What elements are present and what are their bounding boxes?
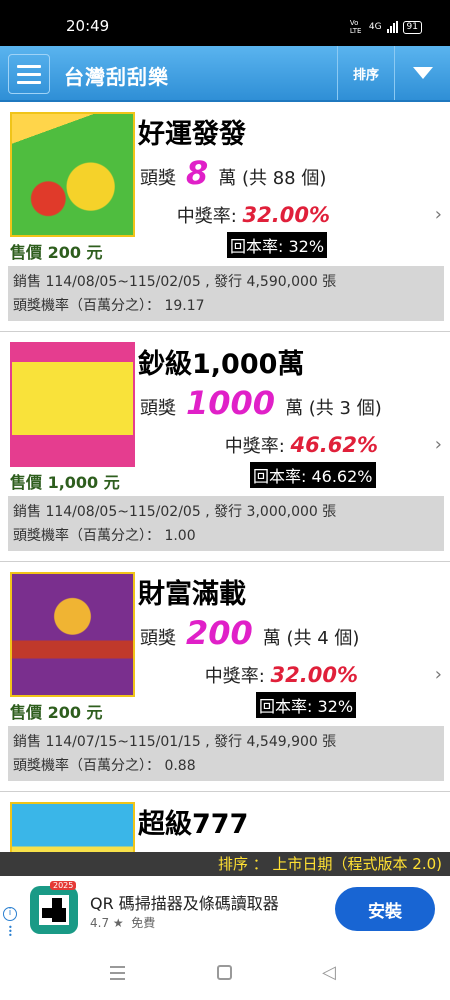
- app-bar: 台灣刮刮樂 排序: [0, 46, 450, 102]
- prize-odds: 頭獎機率（百萬分之）： 0.88: [13, 758, 196, 774]
- battery-icon: 91: [402, 20, 422, 34]
- sort-status-bar: 排序 ： 上市日期（程式版本 2.0): [0, 852, 450, 876]
- more-options-icon[interactable]: • • •: [8, 924, 13, 940]
- prize-label: 頭獎: [140, 628, 176, 649]
- ticket-name: 好運發發: [138, 119, 246, 150]
- win-rate-label: 中獎率:: [176, 206, 237, 227]
- home-icon[interactable]: [217, 965, 232, 980]
- ad-rating-value: 4.7 ★: [90, 916, 124, 930]
- lottery-list[interactable]: 售價 200 元 好運發發 頭獎 8 萬 (共 88 個) 中獎率: 32.00% …: [0, 102, 450, 852]
- ticket-price: 售價 200 元: [10, 243, 103, 262]
- ticket-name: 鈔級1,000萬: [138, 349, 305, 380]
- prize-amount: 200: [186, 614, 253, 652]
- ticket-name: 財富滿載: [138, 579, 246, 610]
- prize-amount: 1000: [186, 384, 276, 422]
- return-rate: 回本率: 46.62%: [250, 462, 376, 488]
- prize-unit: 萬 (共 88 個): [218, 168, 327, 189]
- back-icon[interactable]: ◁: [322, 962, 336, 983]
- lottery-card[interactable]: 售價 200 元 好運發發 頭獎 8 萬 (共 88 個) 中獎率: 32.00% …: [0, 102, 450, 332]
- menu-icon[interactable]: [8, 54, 50, 94]
- dropdown-button[interactable]: [394, 46, 450, 100]
- lottery-card[interactable]: 售價 200 元 財富滿載 頭獎 200 萬 (共 4 個) 中獎率: 32.00%…: [0, 562, 450, 792]
- win-rate-label: 中獎率:: [224, 436, 285, 457]
- return-rate: 回本率: 32%: [256, 692, 357, 718]
- chevron-right-icon: ›: [434, 204, 442, 225]
- app-title: 台灣刮刮樂: [64, 65, 169, 89]
- install-button[interactable]: 安裝: [335, 887, 435, 931]
- system-nav-bar: ◁: [0, 948, 450, 1000]
- win-rate-label: 中獎率:: [204, 666, 265, 687]
- prize-label: 頭獎: [140, 398, 176, 419]
- prize-unit: 萬 (共 4 個): [262, 628, 360, 649]
- return-rate: 回本率: 32%: [227, 232, 328, 258]
- ticket-thumbnail: [10, 342, 135, 467]
- top-prize: 頭獎 200 萬 (共 4 個): [140, 614, 450, 652]
- prize-odds: 頭獎機率（百萬分之）： 1.00: [13, 528, 196, 544]
- win-rate-value: 46.62%: [290, 433, 378, 457]
- chevron-right-icon: ›: [434, 434, 442, 455]
- ticket-price: 售價 1,000 元: [10, 473, 120, 492]
- sales-info: 銷售 114/08/05~115/02/05 , 發行 3,000,000 張 …: [8, 496, 444, 551]
- prize-unit: 萬 (共 3 個): [285, 398, 382, 419]
- info-icon[interactable]: i: [3, 907, 17, 921]
- chevron-down-icon: [412, 67, 433, 79]
- ticket-thumbnail: [10, 802, 135, 852]
- ad-banner[interactable]: i • • • 2025 QR 碼掃描器及條碼讀取器 4.7 ★ 免費 安裝: [0, 876, 450, 948]
- ticket-name: 超級777: [138, 809, 249, 840]
- qr-app-icon[interactable]: [30, 886, 78, 934]
- ad-badge: 2025: [50, 881, 77, 890]
- sales-period: 銷售 114/08/05~115/02/05 , 發行 4,590,000 張: [13, 274, 337, 290]
- ticket-price: 售價 200 元: [10, 703, 103, 722]
- ad-price: 免費: [131, 916, 156, 930]
- status-bar: 20:49 Vo LTE 4G 91: [0, 0, 450, 46]
- top-prize: 頭獎 1000 萬 (共 3 個): [140, 384, 450, 422]
- ticket-thumbnail: [10, 572, 135, 697]
- prize-label: 頭獎: [140, 168, 176, 189]
- network-type: 4G: [368, 22, 382, 32]
- lottery-card[interactable]: 超級777: [0, 792, 450, 852]
- sales-period: 銷售 114/07/15~115/01/15 , 發行 4,549,900 張: [13, 734, 337, 750]
- win-rate-value: 32.00%: [242, 203, 330, 227]
- recent-apps-icon[interactable]: [110, 966, 125, 980]
- win-rate: 中獎率: 46.62%: [178, 432, 378, 458]
- win-rate-value: 32.00%: [270, 663, 358, 687]
- volte-indicator: Vo LTE: [349, 19, 362, 35]
- prize-amount: 8: [186, 154, 209, 192]
- chevron-right-icon: ›: [434, 664, 442, 685]
- prize-odds: 頭獎機率（百萬分之）： 19.17: [13, 298, 205, 314]
- top-prize: 頭獎 8 萬 (共 88 個): [140, 154, 450, 192]
- sales-info: 銷售 114/08/05~115/02/05 , 發行 4,590,000 張 …: [8, 266, 444, 321]
- ad-rating: 4.7 ★ 免費: [90, 914, 155, 931]
- lottery-card[interactable]: 售價 1,000 元 鈔級1,000萬 頭獎 1000 萬 (共 3 個) 中獎率:…: [0, 332, 450, 562]
- sales-info: 銷售 114/07/15~115/01/15 , 發行 4,549,900 張 …: [8, 726, 444, 781]
- sales-period: 銷售 114/08/05~115/02/05 , 發行 3,000,000 張: [13, 504, 337, 520]
- win-rate: 中獎率: 32.00%: [158, 662, 358, 688]
- win-rate: 中獎率: 32.00%: [130, 202, 330, 228]
- ticket-thumbnail: [10, 112, 135, 237]
- status-icons: Vo LTE 4G 91: [350, 19, 422, 35]
- status-time: 20:49: [66, 17, 110, 35]
- signal-icon: [386, 21, 398, 33]
- ad-title[interactable]: QR 碼掃描器及條碼讀取器: [90, 890, 279, 914]
- sort-button[interactable]: 排序: [337, 46, 394, 100]
